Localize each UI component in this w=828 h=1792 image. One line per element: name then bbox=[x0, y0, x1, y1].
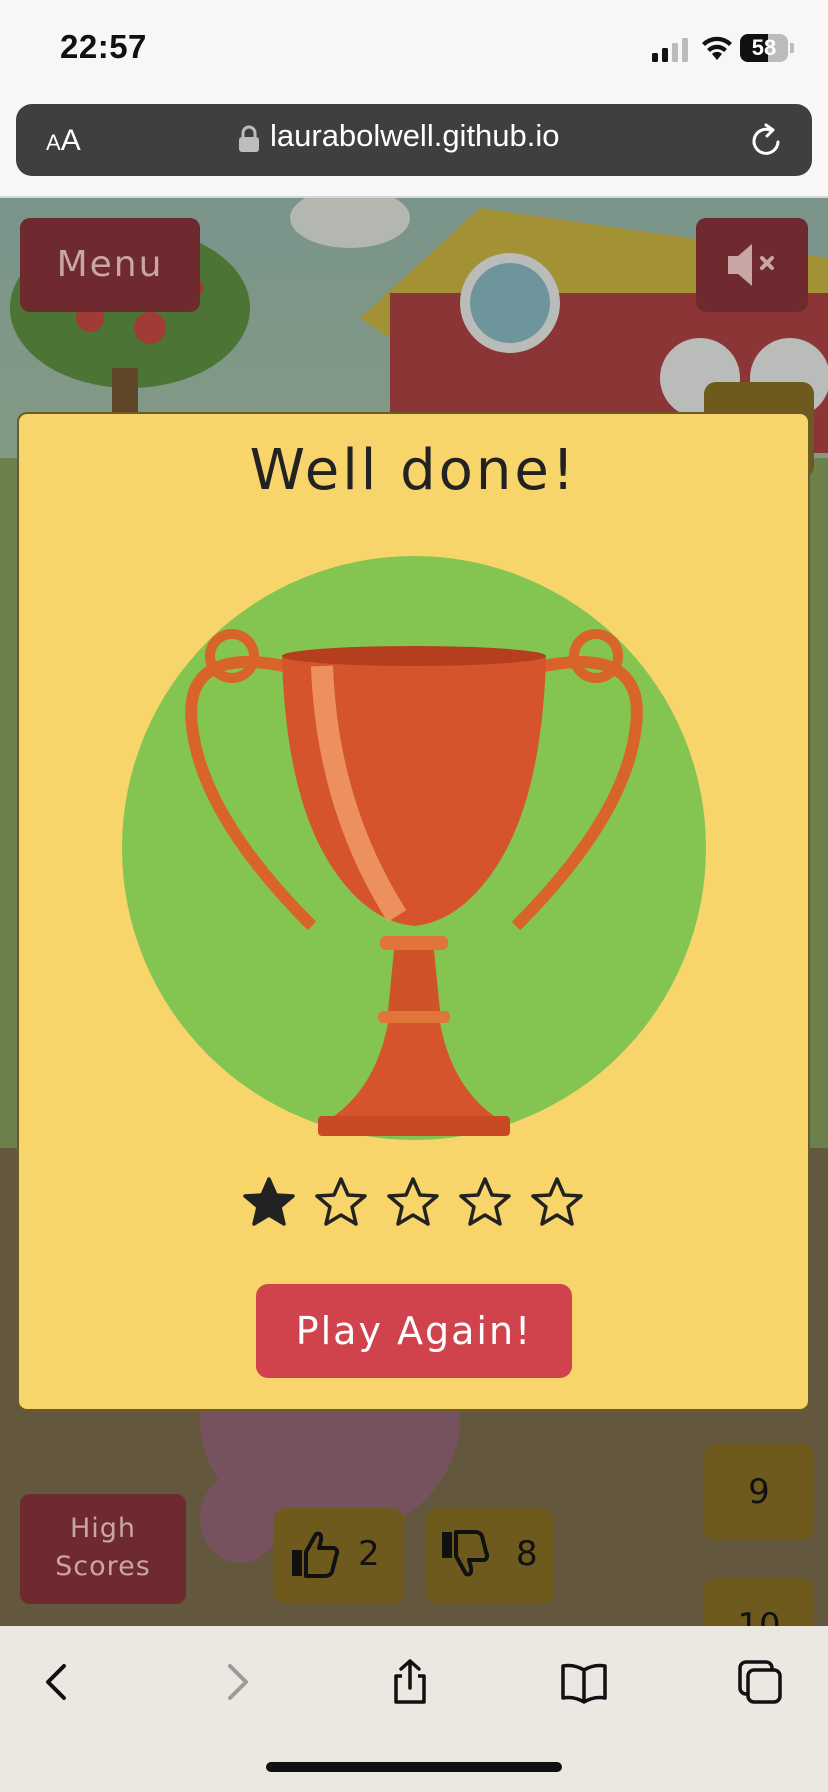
battery-level: 58 bbox=[751, 35, 777, 60]
thumbs-down-icon bbox=[442, 1530, 490, 1577]
reload-icon[interactable] bbox=[748, 122, 786, 160]
play-again-button[interactable]: Play Again! bbox=[256, 1284, 572, 1378]
high-scores-button[interactable]: High Scores bbox=[20, 1494, 186, 1604]
high-scores-label-line1: High bbox=[69, 1513, 137, 1544]
dislike-button[interactable]: 8 bbox=[426, 1508, 554, 1604]
star-rating bbox=[242, 1176, 584, 1232]
url-text[interactable]: laurabolwell.github.io bbox=[270, 118, 560, 154]
status-time: 22:57 bbox=[60, 28, 147, 65]
thumbs-up-icon bbox=[292, 1531, 340, 1578]
menu-button[interactable]: Menu bbox=[20, 218, 200, 312]
home-indicator bbox=[266, 1762, 562, 1772]
star-empty-icon bbox=[315, 1177, 367, 1226]
lock-icon bbox=[239, 125, 259, 152]
tabs-icon[interactable] bbox=[736, 1658, 784, 1706]
cellular-signal-icon bbox=[652, 38, 688, 62]
high-scores-label-line2: Scores bbox=[55, 1551, 151, 1582]
text-size-button[interactable]: AA bbox=[46, 124, 81, 158]
star-filled-icon bbox=[243, 1177, 295, 1226]
star-empty-icon bbox=[459, 1177, 511, 1226]
bookmarks-icon[interactable] bbox=[560, 1658, 608, 1706]
speaker-mute-icon bbox=[728, 244, 774, 286]
trophy-image bbox=[122, 556, 706, 1140]
forward-icon[interactable] bbox=[212, 1658, 260, 1706]
back-icon[interactable] bbox=[34, 1658, 82, 1706]
battery-icon: 58 bbox=[740, 34, 796, 62]
like-count: 2 bbox=[358, 1534, 380, 1574]
star-empty-icon bbox=[387, 1177, 439, 1226]
dislike-count: 8 bbox=[516, 1534, 538, 1574]
number-tile-9[interactable]: 9 bbox=[704, 1444, 814, 1540]
share-icon[interactable] bbox=[386, 1658, 434, 1706]
wifi-icon bbox=[702, 36, 732, 60]
mute-button[interactable] bbox=[696, 218, 808, 312]
modal-title: Well done! bbox=[249, 438, 578, 503]
star-empty-icon bbox=[531, 1177, 583, 1226]
like-button[interactable]: 2 bbox=[274, 1508, 404, 1604]
